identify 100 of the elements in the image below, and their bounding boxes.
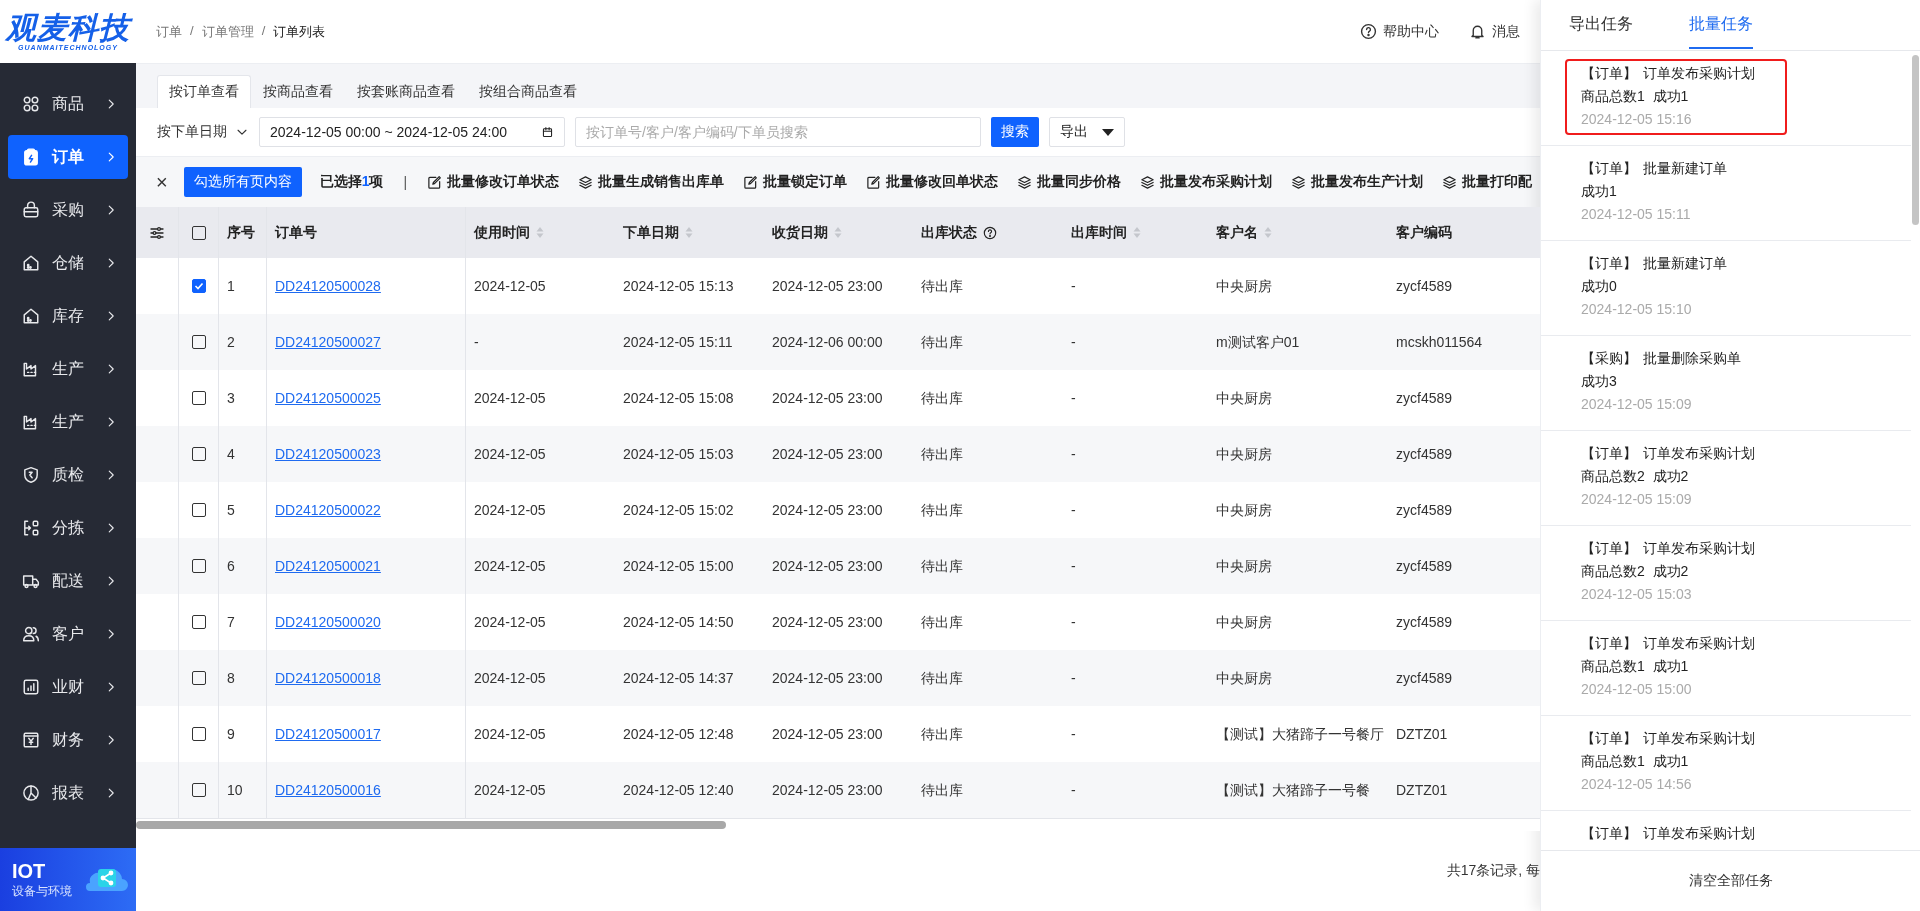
task-time: 2024-12-05 15:10 — [1581, 301, 1693, 317]
column-header[interactable]: 客户名 — [1208, 207, 1388, 258]
export-button[interactable]: 导出 — [1049, 117, 1125, 147]
date-range-field[interactable]: 2024-12-05 00:00 ~ 2024-12-05 24:00 — [259, 117, 565, 147]
batch-action[interactable]: 批量发布采购计划 — [1160, 173, 1273, 191]
order-number-link[interactable]: DD24120500021 — [275, 557, 381, 575]
row-checkbox[interactable] — [191, 671, 206, 685]
batch-action[interactable]: 批量打印配 — [1462, 173, 1533, 191]
view-tab[interactable]: 按组合商品查看 — [467, 75, 589, 108]
sidebar-item[interactable]: 生产 — [8, 400, 128, 444]
table-cell: 2024-12-05 23:00 — [772, 725, 883, 743]
table-cell: 中央厨房 — [1216, 277, 1272, 295]
table-cell: zycf4589 — [1396, 557, 1453, 575]
search-button[interactable]: 搜索 — [991, 117, 1039, 147]
layers-icon — [1291, 174, 1307, 190]
task-item[interactable]: 【订单】 订单发布采购计划 商品总数2 成功2 2024-12-05 15:03 — [1565, 534, 1787, 610]
table-cell: 2024-12-05 12:48 — [623, 725, 734, 743]
column-header[interactable]: 客户编码 — [1388, 207, 1540, 258]
task-item[interactable]: 【订单】 订单发布采购计划 商品总数1 成功1 2024-12-05 15:00 — [1565, 629, 1787, 705]
order-number-link[interactable]: DD24120500022 — [275, 501, 381, 519]
close-button[interactable]: × — [156, 170, 168, 194]
sidebar-item[interactable]: 订单 — [8, 135, 128, 179]
task-item[interactable]: 【采购】 批量删除采购单 成功3 2024-12-05 15:09 — [1565, 344, 1773, 420]
select-all-checkbox[interactable] — [191, 225, 206, 240]
column-header[interactable]: 出库时间 — [1063, 207, 1208, 258]
order-number-link[interactable]: DD24120500023 — [275, 445, 381, 463]
order-number-link[interactable]: DD24120500025 — [275, 389, 381, 407]
row-checkbox[interactable] — [191, 335, 206, 349]
table-cell: 待出库 — [921, 445, 963, 463]
table-cell: 1 — [227, 277, 235, 295]
sidebar-item[interactable]: 仓储 — [8, 241, 128, 285]
batch-action[interactable]: 批量锁定订单 — [763, 173, 848, 191]
sidebar-item[interactable]: 商品 — [8, 82, 128, 126]
row-checkbox[interactable] — [191, 503, 206, 517]
vertical-scrollbar[interactable] — [1912, 55, 1919, 225]
task-time: 2024-12-05 15:16 — [1581, 111, 1693, 127]
header-link[interactable]: 帮助中心 — [1383, 22, 1439, 41]
row-checkbox[interactable] — [191, 447, 206, 461]
batch-action[interactable]: 批量生成销售出库单 — [598, 173, 725, 191]
sidebar-item[interactable]: 采购 — [8, 188, 128, 232]
iot-banner[interactable]: IOT 设备与环境 — [0, 848, 136, 911]
banner-title: IOT — [12, 859, 47, 883]
task-item[interactable]: 【订单】 订单发布采购计划 商品总数1 成功1 2024-12-05 15:16 — [1565, 59, 1787, 135]
task-time: 2024-12-05 15:03 — [1581, 586, 1693, 602]
task-item[interactable]: 【订单】 订单发布采购计划 — [1565, 819, 1787, 850]
task-title: 批量删除采购单 — [1643, 350, 1741, 368]
table-cell: - — [1071, 781, 1076, 799]
table-cell: zycf4589 — [1396, 445, 1453, 463]
panel-tab[interactable]: 批量任务 — [1689, 0, 1753, 49]
column-header[interactable]: 收货日期 — [764, 207, 913, 258]
table-cell: - — [1071, 669, 1076, 687]
breadcrumb-item[interactable]: 订单管理 — [201, 22, 254, 41]
task-item[interactable]: 【订单】 订单发布采购计划 商品总数1 成功1 2024-12-05 14:56 — [1565, 724, 1787, 800]
column-header[interactable]: 出库状态 — [913, 207, 1063, 258]
row-checkbox[interactable] — [191, 727, 206, 741]
task-tag: 【订单】 — [1581, 160, 1637, 178]
horizontal-scrollbar[interactable] — [136, 821, 726, 829]
header-link[interactable]: 消息 — [1492, 22, 1520, 41]
table-cell: 10 — [227, 781, 243, 799]
batch-action[interactable]: 批量修改订单状态 — [447, 173, 560, 191]
clear-all-tasks-button[interactable]: 清空全部任务 — [1689, 872, 1773, 890]
panel-tab[interactable]: 导出任务 — [1569, 0, 1633, 49]
table-cell: 2024-12-05 — [474, 277, 546, 295]
row-checkbox[interactable] — [191, 279, 206, 293]
batch-action[interactable]: 批量发布生产计划 — [1311, 173, 1424, 191]
task-item[interactable]: 【订单】 批量新建订单 成功0 2024-12-05 15:10 — [1565, 249, 1759, 325]
task-item[interactable]: 【订单】 批量新建订单 成功1 2024-12-05 15:11 — [1565, 154, 1759, 230]
batch-action[interactable]: 批量修改回单状态 — [886, 173, 999, 191]
view-tab[interactable]: 按套账商品查看 — [345, 75, 467, 108]
sidebar-item[interactable]: 财务 — [8, 718, 128, 762]
sidebar-item[interactable]: 客户 — [8, 612, 128, 656]
column-header[interactable]: 下单日期 — [615, 207, 764, 258]
order-number-link[interactable]: DD24120500017 — [275, 725, 381, 743]
select-all-pages-button[interactable]: 勾选所有页内容 — [183, 167, 302, 197]
sidebar-item[interactable]: 业财 — [8, 665, 128, 709]
date-type-dropdown[interactable]: 按下单日期 — [157, 123, 227, 141]
order-number-link[interactable]: DD24120500028 — [275, 277, 381, 295]
row-checkbox[interactable] — [191, 559, 206, 573]
sidebar-item[interactable]: 质检 — [8, 453, 128, 497]
order-number-link[interactable]: DD24120500020 — [275, 613, 381, 631]
batch-action[interactable]: 批量同步价格 — [1037, 173, 1122, 191]
sidebar-item[interactable]: 库存 — [8, 294, 128, 338]
breadcrumb-item[interactable]: 订单 — [156, 22, 182, 41]
order-number-link[interactable]: DD24120500018 — [275, 669, 381, 687]
banner-subtitle: 设备与环境 — [12, 882, 72, 900]
cloud-share-icon — [85, 867, 128, 892]
order-number-link[interactable]: DD24120500016 — [275, 781, 381, 799]
sidebar-item[interactable]: 分拣 — [8, 506, 128, 550]
row-checkbox[interactable] — [191, 783, 206, 797]
table-cell: - — [1071, 501, 1076, 519]
row-checkbox[interactable] — [191, 391, 206, 405]
row-checkbox[interactable] — [191, 615, 206, 629]
search-field[interactable]: 按订单号/客户/客户编码/下单员搜索 — [575, 117, 981, 147]
view-tab[interactable]: 按订单查看 — [157, 75, 251, 108]
sidebar-item[interactable]: 配送 — [8, 559, 128, 603]
view-tab[interactable]: 按商品查看 — [251, 75, 345, 108]
task-item[interactable]: 【订单】 订单发布采购计划 商品总数2 成功2 2024-12-05 15:09 — [1565, 439, 1787, 515]
sidebar-item[interactable]: 生产 — [8, 347, 128, 391]
order-number-link[interactable]: DD24120500027 — [275, 333, 381, 351]
sidebar-item[interactable]: 报表 — [8, 771, 128, 815]
